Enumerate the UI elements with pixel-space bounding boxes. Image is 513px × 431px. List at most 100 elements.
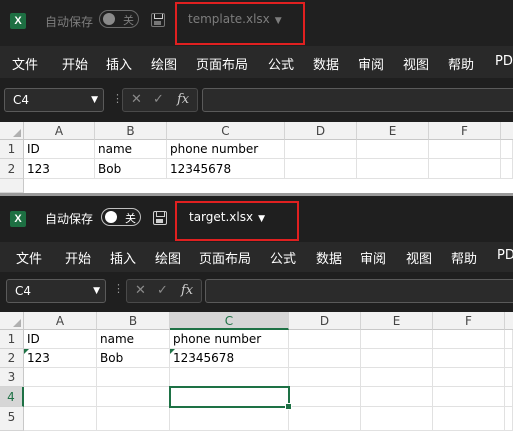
row-header-2[interactable]: 2 bbox=[0, 349, 24, 368]
column-header-b[interactable]: B bbox=[95, 122, 167, 140]
cell-g1[interactable] bbox=[505, 330, 513, 349]
menu-view[interactable]: 视图 bbox=[406, 248, 432, 267]
cell-b4[interactable] bbox=[97, 387, 170, 407]
menu-insert[interactable]: 插入 bbox=[110, 248, 136, 267]
cell-f1[interactable] bbox=[433, 330, 505, 349]
name-box[interactable]: C4 ▼ bbox=[4, 88, 104, 112]
cell-a4[interactable] bbox=[24, 387, 97, 407]
menu-formulas[interactable]: 公式 bbox=[268, 54, 294, 73]
column-header-e[interactable]: E bbox=[357, 122, 429, 140]
menu-review[interactable]: 审阅 bbox=[358, 54, 384, 73]
menu-help[interactable]: 帮助 bbox=[448, 54, 474, 73]
cell-e5[interactable] bbox=[361, 407, 433, 431]
save-icon[interactable] bbox=[153, 211, 167, 225]
cell-c3[interactable] bbox=[170, 368, 289, 387]
cell-g2[interactable] bbox=[501, 159, 513, 179]
cell-e1[interactable] bbox=[357, 140, 429, 159]
enter-check-icon[interactable]: ✓ bbox=[153, 92, 164, 107]
menu-help[interactable]: 帮助 bbox=[451, 248, 477, 267]
menu-view[interactable]: 视图 bbox=[403, 54, 429, 73]
row-header-5[interactable]: 5 bbox=[0, 407, 24, 431]
name-box[interactable]: C4 ▼ bbox=[6, 279, 106, 303]
cell-f4[interactable] bbox=[433, 387, 505, 407]
menu-draw[interactable]: 绘图 bbox=[151, 54, 177, 73]
cell-c5[interactable] bbox=[170, 407, 289, 431]
cell-d3[interactable] bbox=[289, 368, 361, 387]
menu-insert[interactable]: 插入 bbox=[106, 54, 132, 73]
column-header-g[interactable] bbox=[501, 122, 513, 140]
cell-c1[interactable]: phone number bbox=[170, 330, 289, 349]
menu-pdf[interactable]: PD bbox=[497, 248, 513, 263]
select-all-corner[interactable] bbox=[0, 122, 24, 140]
cell-e2[interactable] bbox=[361, 349, 433, 368]
cell-g3[interactable] bbox=[505, 368, 513, 387]
row-header-3[interactable] bbox=[0, 179, 24, 193]
cell-d4[interactable] bbox=[289, 387, 361, 407]
insert-function-icon[interactable]: fx bbox=[177, 92, 189, 107]
cell-g1[interactable] bbox=[501, 140, 513, 159]
cell-g4[interactable] bbox=[505, 387, 513, 407]
cell-g5[interactable] bbox=[505, 407, 513, 431]
save-icon[interactable] bbox=[151, 13, 165, 27]
cell-e2[interactable] bbox=[357, 159, 429, 179]
selected-cell-outline[interactable] bbox=[169, 386, 292, 410]
column-header-b[interactable]: B bbox=[97, 312, 170, 330]
cell-a1[interactable]: ID bbox=[24, 140, 95, 159]
cell-f3[interactable] bbox=[433, 368, 505, 387]
menu-home[interactable]: 开始 bbox=[65, 248, 91, 267]
column-header-e[interactable]: E bbox=[361, 312, 433, 330]
cell-b5[interactable] bbox=[97, 407, 170, 431]
cell-e4[interactable] bbox=[361, 387, 433, 407]
formula-input[interactable] bbox=[202, 88, 513, 112]
cell-f5[interactable] bbox=[433, 407, 505, 431]
cell-b2[interactable]: Bob bbox=[95, 159, 167, 179]
menu-home[interactable]: 开始 bbox=[62, 54, 88, 73]
cancel-icon[interactable]: ✕ bbox=[131, 92, 142, 107]
column-header-f[interactable]: F bbox=[429, 122, 501, 140]
column-header-d[interactable]: D bbox=[285, 122, 357, 140]
menu-page-layout[interactable]: 页面布局 bbox=[196, 54, 248, 73]
cell-b2[interactable]: Bob bbox=[97, 349, 170, 368]
column-header-a[interactable]: A bbox=[24, 122, 95, 140]
menu-file[interactable]: 文件 bbox=[16, 248, 42, 267]
select-all-corner[interactable] bbox=[0, 312, 24, 330]
cell-b1[interactable]: name bbox=[97, 330, 170, 349]
cell-b3[interactable] bbox=[97, 368, 170, 387]
menu-file[interactable]: 文件 bbox=[12, 54, 38, 73]
enter-check-icon[interactable]: ✓ bbox=[157, 283, 168, 298]
cell-a2[interactable]: 123 bbox=[24, 349, 97, 368]
cell-d2[interactable] bbox=[285, 159, 357, 179]
cell-c1[interactable]: phone number bbox=[167, 140, 285, 159]
cell-d5[interactable] bbox=[289, 407, 361, 431]
menu-pdf[interactable]: PD bbox=[495, 54, 513, 69]
cell-g2[interactable] bbox=[505, 349, 513, 368]
menu-data[interactable]: 数据 bbox=[316, 248, 342, 267]
row-header-3[interactable]: 3 bbox=[0, 368, 24, 387]
column-header-d[interactable]: D bbox=[289, 312, 361, 330]
row-header-1[interactable]: 1 bbox=[0, 330, 24, 349]
cell-c2[interactable]: 12345678 bbox=[170, 349, 289, 368]
cell-f2[interactable] bbox=[429, 159, 501, 179]
cancel-icon[interactable]: ✕ bbox=[135, 283, 146, 298]
column-header-c[interactable]: C bbox=[167, 122, 285, 140]
more-options-icon[interactable]: ⋮ bbox=[113, 282, 124, 295]
row-header-1[interactable]: 1 bbox=[0, 140, 24, 159]
row-header-2[interactable]: 2 bbox=[0, 159, 24, 179]
menu-review[interactable]: 审阅 bbox=[360, 248, 386, 267]
column-header-a[interactable]: A bbox=[24, 312, 97, 330]
insert-function-icon[interactable]: fx bbox=[181, 283, 193, 298]
formula-input[interactable] bbox=[205, 279, 513, 303]
row-header-4[interactable]: 4 bbox=[0, 387, 24, 407]
menu-page-layout[interactable]: 页面布局 bbox=[199, 248, 251, 267]
cell-f2[interactable] bbox=[433, 349, 505, 368]
cell-d2[interactable] bbox=[289, 349, 361, 368]
cell-a5[interactable] bbox=[24, 407, 97, 431]
column-header-f[interactable]: F bbox=[433, 312, 505, 330]
column-header-c[interactable]: C bbox=[170, 312, 289, 330]
cell-a2[interactable]: 123 bbox=[24, 159, 95, 179]
cell-b1[interactable]: name bbox=[95, 140, 167, 159]
cell-e3[interactable] bbox=[361, 368, 433, 387]
menu-draw[interactable]: 绘图 bbox=[155, 248, 181, 267]
menu-data[interactable]: 数据 bbox=[313, 54, 339, 73]
cell-d1[interactable] bbox=[285, 140, 357, 159]
